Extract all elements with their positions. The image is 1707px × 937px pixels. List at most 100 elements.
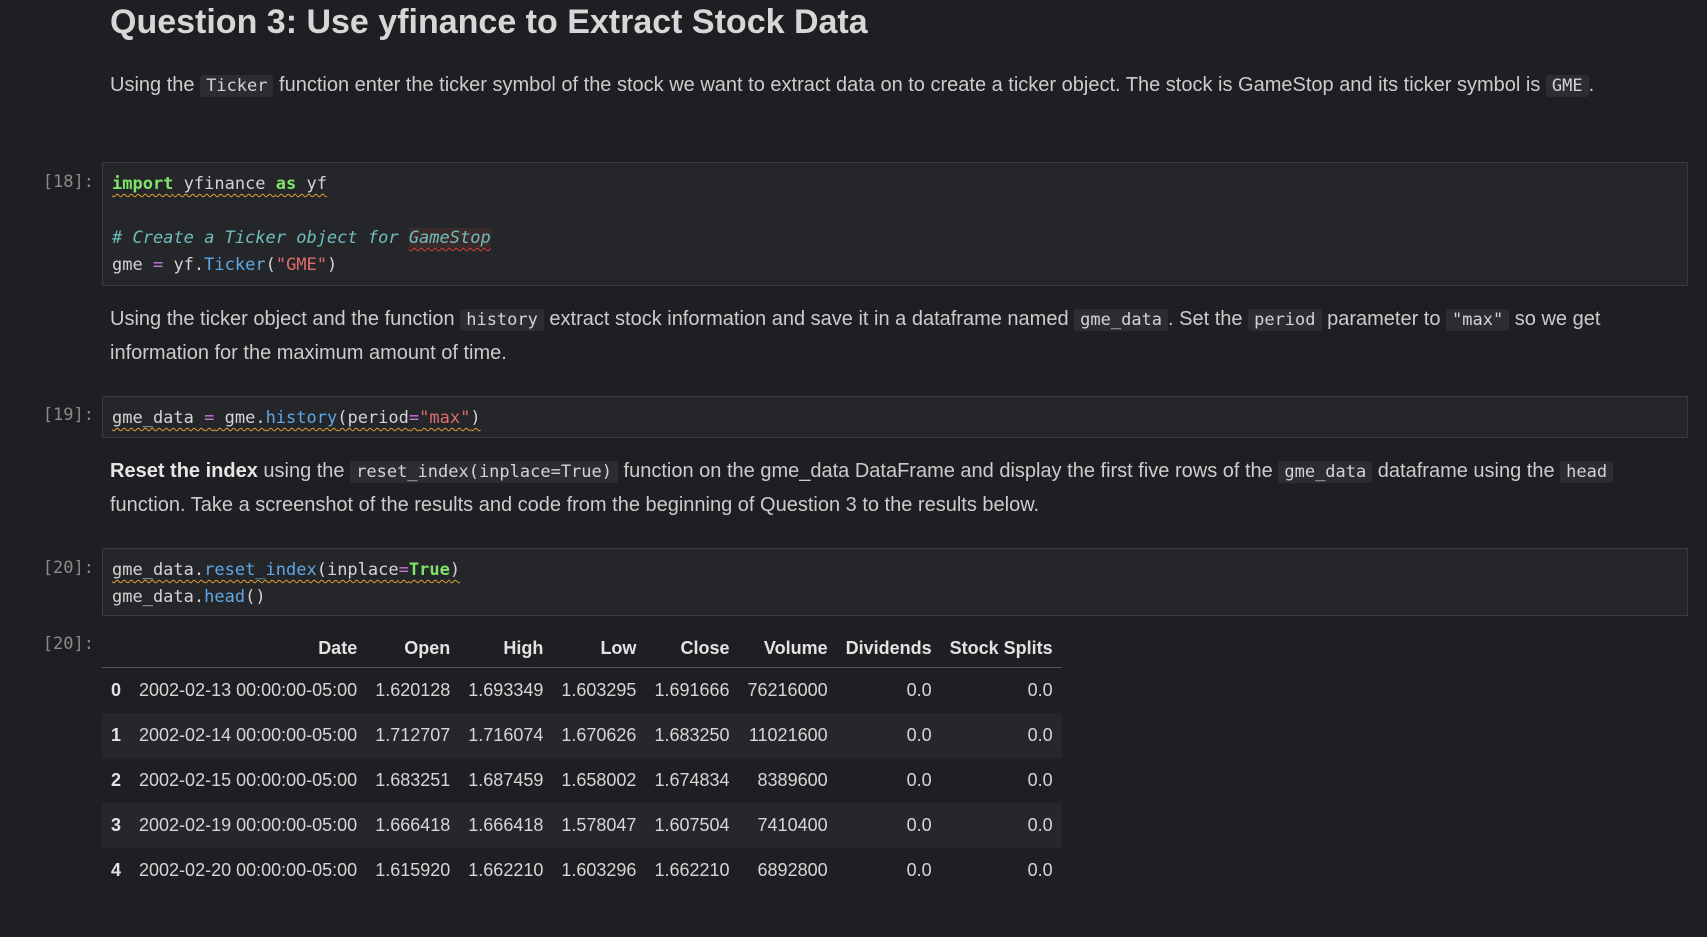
table-cell: 2002-02-20 00:00:00-05:00 [139, 860, 358, 880]
inline-code: history [460, 309, 544, 331]
table-cell: 1.691666 [654, 680, 730, 700]
table-cell: 6892800 [757, 860, 828, 880]
inline-code: Ticker [200, 75, 274, 97]
table-cell: 2002-02-15 00:00:00-05:00 [139, 770, 358, 790]
table-cell: 0.0 [906, 860, 932, 880]
table-cell: 0.0 [1027, 770, 1053, 790]
md-text: extract stock information and save it in… [543, 308, 1075, 330]
table-header-row: Date Open High Low Close Volume Dividend… [102, 629, 1062, 668]
column-header: High [459, 629, 553, 668]
column-header [102, 629, 131, 668]
table-cell: 0.0 [906, 815, 932, 835]
table-cell: 1.666418 [375, 815, 451, 835]
table-cell: 1.687459 [468, 770, 544, 790]
table-cell: 2002-02-14 00:00:00-05:00 [139, 725, 358, 745]
assign-line: gme = yf.Ticker("GME") [112, 255, 338, 275]
inline-code: gme_data [1278, 461, 1373, 483]
cell-prompt: [20]: [42, 558, 94, 578]
md-text: using the [257, 460, 351, 482]
md-text: function. Take a screenshot of the resul… [110, 494, 1040, 516]
table-cell: 1.683250 [654, 725, 730, 745]
table-cell: 1.693349 [468, 680, 544, 700]
table-cell: 2002-02-19 00:00:00-05:00 [139, 815, 358, 835]
notebook: Question 3: Use yfinance to Extract Stoc… [0, 0, 1707, 937]
table-cell: 76216000 [747, 680, 828, 700]
code-comment: # Create a Ticker object for GameStop [112, 228, 491, 248]
inline-code: GME [1545, 75, 1589, 97]
md-text: parameter to [1321, 308, 1447, 330]
md-text: . [1588, 74, 1595, 96]
output-prompt: [20]: [42, 634, 94, 654]
row-index: 1 [111, 725, 122, 745]
table-cell: 1.620128 [375, 680, 451, 700]
cell-prompt: [18]: [42, 172, 94, 192]
column-header: Dividends [836, 629, 941, 668]
table-cell: 1.607504 [654, 815, 730, 835]
table-cell: 1.666418 [468, 815, 544, 835]
head-line: gme_data.head() [112, 587, 266, 607]
table-cell: 0.0 [906, 680, 932, 700]
table-row: 0 2002-02-13 00:00:00-05:00 1.620128 1.6933… [102, 667, 1062, 713]
table-cell: 1.603295 [561, 680, 637, 700]
table-cell: 1.662210 [468, 860, 544, 880]
reset-index-line: gme_data.reset_index(inplace=True) [112, 560, 461, 580]
row-index: 3 [111, 815, 122, 835]
table-cell: 11021600 [748, 725, 828, 745]
table-cell: 0.0 [906, 770, 932, 790]
table-cell: 0.0 [1027, 680, 1053, 700]
table-cell: 8389600 [757, 770, 828, 790]
md-text: Using the [110, 74, 201, 96]
md-text: function enter the ticker symbol of the … [273, 74, 1546, 96]
table-cell: 1.603296 [561, 860, 637, 880]
column-header: Low [552, 629, 646, 668]
markdown-cell-ticker[interactable]: Using the Ticker function enter the tick… [110, 69, 1690, 103]
table-cell: 1.674834 [654, 770, 730, 790]
inline-code: reset_index(inplace=True) [350, 461, 618, 483]
inline-code: period [1248, 309, 1322, 331]
md-text: function on the gme_data DataFrame and d… [618, 460, 1279, 482]
inline-code: "max" [1446, 309, 1510, 331]
inline-code: gme_data [1074, 309, 1169, 331]
row-index: 2 [111, 770, 122, 790]
table-cell: 7410400 [757, 815, 828, 835]
code-cell-20[interactable]: gme_data.reset_index(inplace=True) gme_d… [102, 548, 1688, 616]
md-bold: Reset the index [110, 460, 258, 482]
table-cell: 1.615920 [375, 860, 451, 880]
md-text: Using the ticker object and the function [110, 308, 461, 330]
table-cell: 1.683251 [375, 770, 451, 790]
table-cell: 1.712707 [375, 725, 451, 745]
table-cell: 0.0 [1027, 860, 1053, 880]
md-text: dataframe using the [1372, 460, 1561, 482]
table-row: 2 2002-02-15 00:00:00-05:00 1.683251 1.6874… [102, 758, 1062, 803]
table-cell: 0.0 [906, 725, 932, 745]
cell-prompt: [19]: [42, 405, 94, 425]
markdown-cell-reset-index[interactable]: Reset the index using the reset_index(in… [110, 455, 1690, 522]
history-line: gme_data = gme.history(period="max") [112, 408, 481, 428]
column-header: Date [130, 629, 367, 668]
column-header: Volume [738, 629, 837, 668]
table-cell: 1.670626 [561, 725, 637, 745]
table-cell: 1.716074 [468, 725, 544, 745]
code-cell-18[interactable]: import yfinance as yf # Create a Ticker … [102, 162, 1688, 286]
column-header: Stock Splits [940, 629, 1062, 668]
table-row: 4 2002-02-20 00:00:00-05:00 1.615920 1.6622… [102, 848, 1062, 893]
column-header: Close [645, 629, 739, 668]
import-line: import yfinance as yf [112, 174, 327, 194]
table-cell: 2002-02-13 00:00:00-05:00 [139, 680, 358, 700]
row-index: 0 [111, 680, 122, 700]
markdown-cell-history[interactable]: Using the ticker object and the function… [110, 303, 1690, 370]
md-text: . Set the [1168, 308, 1249, 330]
table-cell: 1.658002 [561, 770, 637, 790]
code-cell-19[interactable]: gme_data = gme.history(period="max") [102, 396, 1688, 438]
table-cell: 1.578047 [561, 815, 637, 835]
table-cell: 0.0 [1027, 725, 1053, 745]
table-cell: 0.0 [1027, 815, 1053, 835]
inline-code: head [1560, 461, 1614, 483]
table-row: 3 2002-02-19 00:00:00-05:00 1.666418 1.6664… [102, 803, 1062, 848]
row-index: 4 [111, 860, 122, 880]
column-header: Open [366, 629, 460, 668]
section-heading: Question 3: Use yfinance to Extract Stoc… [110, 3, 868, 41]
dataframe-output: Date Open High Low Close Volume Dividend… [102, 629, 1062, 893]
table-row: 1 2002-02-14 00:00:00-05:00 1.712707 1.7160… [102, 713, 1062, 758]
table-cell: 1.662210 [654, 860, 730, 880]
